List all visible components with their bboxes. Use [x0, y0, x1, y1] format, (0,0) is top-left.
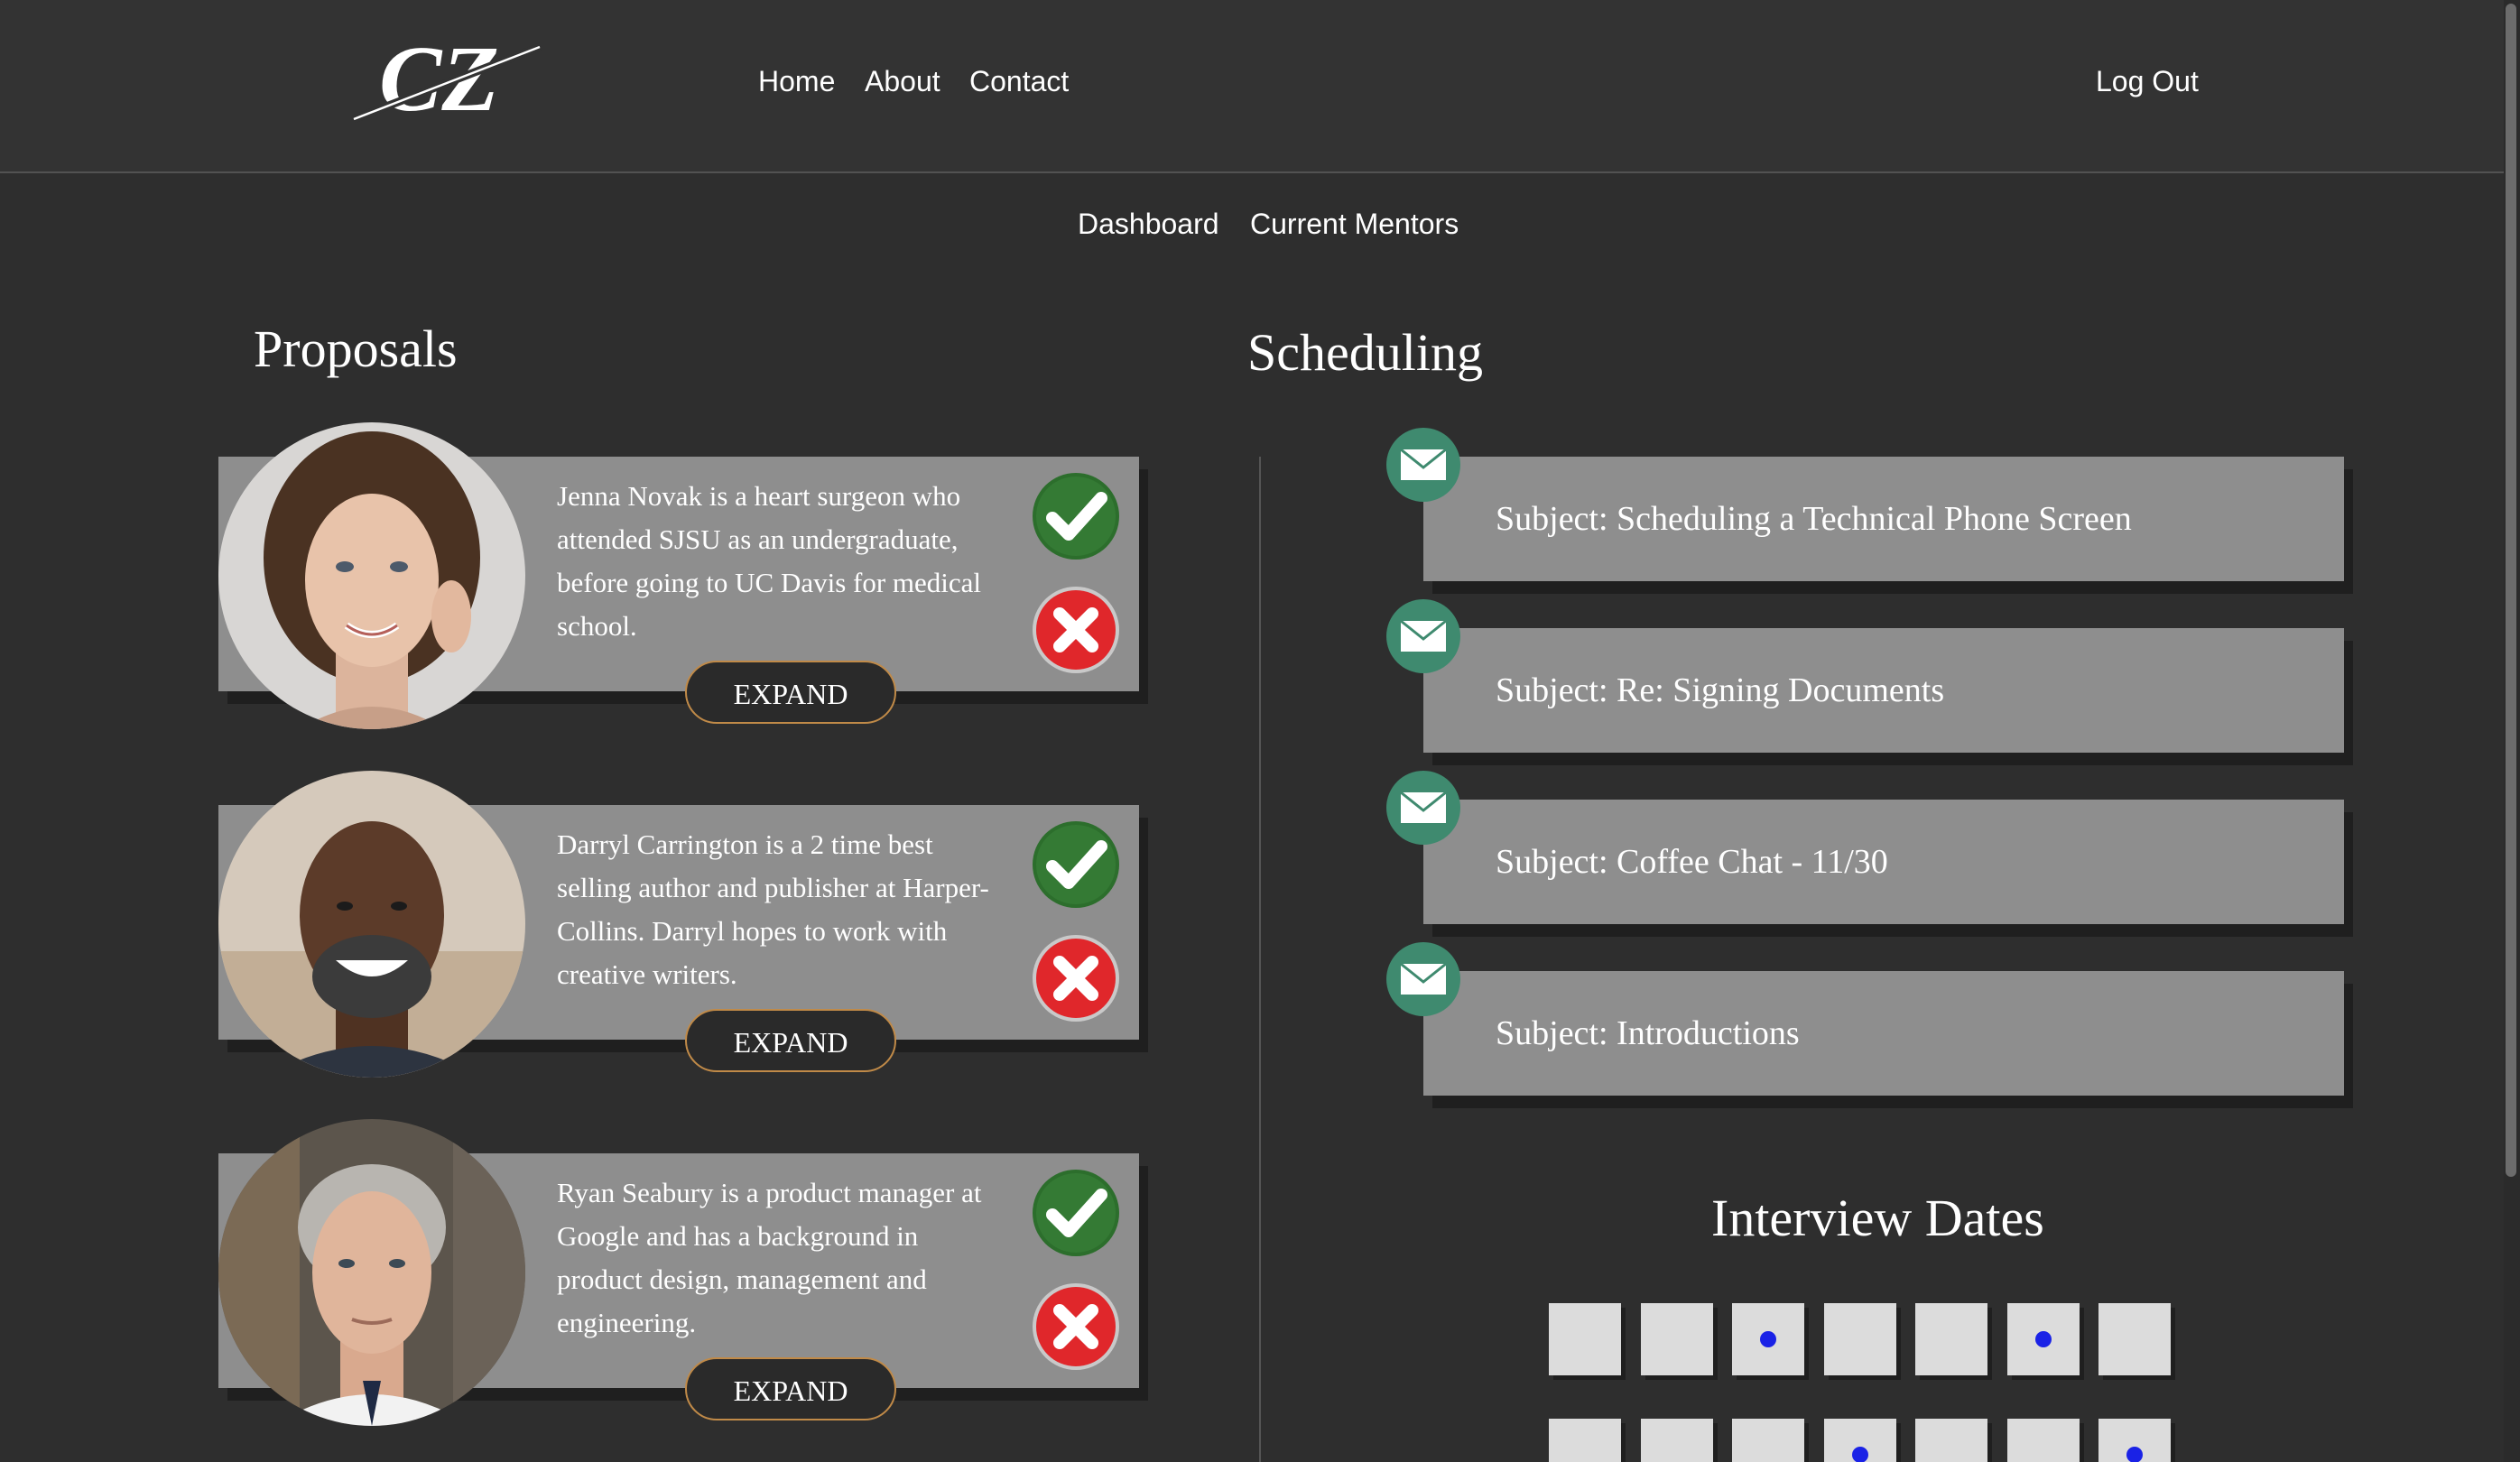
- interview-date-cell[interactable]: [1824, 1419, 1896, 1462]
- reject-x-icon[interactable]: [1031, 1282, 1121, 1372]
- scheduled-date-dot: [1852, 1447, 1868, 1462]
- mentor-bio: Jenna Novak is a heart surgeon who atten…: [557, 480, 982, 642]
- nav-contact-link[interactable]: Contact: [969, 63, 1069, 99]
- subnav-current-mentors-link[interactable]: Current Mentors: [1250, 206, 1459, 242]
- accept-check-icon[interactable]: [1031, 819, 1121, 910]
- mentor-avatar: [218, 422, 525, 729]
- proposals-heading: Proposals: [254, 319, 458, 378]
- scheduled-date-dot: [2035, 1331, 2052, 1347]
- envelope-icon: [1386, 599, 1460, 673]
- scheduled-date-dot: [1760, 1331, 1776, 1347]
- subnav-dashboard-link[interactable]: Dashboard: [1078, 206, 1219, 242]
- interview-date-cell[interactable]: [2007, 1303, 2080, 1375]
- mentor-avatar: [218, 1119, 525, 1426]
- interview-date-cell[interactable]: [1549, 1303, 1621, 1375]
- message-subject: Subject: Scheduling a Technical Phone Sc…: [1496, 500, 2132, 538]
- expand-button[interactable]: EXPAND: [685, 1009, 896, 1072]
- message-subject: Subject: Introductions: [1496, 1014, 1800, 1052]
- message-item[interactable]: Subject: Re: Signing Documents: [1423, 628, 2344, 753]
- top-navbar: CZ Home About Contact Log Out: [0, 0, 2504, 173]
- accept-check-icon[interactable]: [1031, 471, 1121, 561]
- accept-check-icon[interactable]: [1031, 1168, 1121, 1258]
- logo-text: CZ: [379, 31, 499, 130]
- expand-button[interactable]: EXPAND: [685, 661, 896, 724]
- expand-button[interactable]: EXPAND: [685, 1357, 896, 1420]
- cz-logo[interactable]: CZ: [352, 27, 542, 131]
- interview-dates-heading: Interview Dates: [1711, 1189, 2044, 1247]
- message-subject: Subject: Coffee Chat - 11/30: [1496, 843, 1888, 881]
- nav-about-link[interactable]: About: [865, 63, 940, 99]
- message-subject: Subject: Re: Signing Documents: [1496, 671, 1945, 709]
- scheduling-heading: Scheduling: [1247, 323, 1483, 382]
- reject-x-icon[interactable]: [1031, 933, 1121, 1023]
- message-item[interactable]: Subject: Introductions: [1423, 971, 2344, 1096]
- logout-link[interactable]: Log Out: [2096, 63, 2199, 99]
- mentor-avatar: [218, 771, 525, 1078]
- message-item[interactable]: Subject: Scheduling a Technical Phone Sc…: [1423, 457, 2344, 581]
- interview-date-cell[interactable]: [1915, 1419, 1987, 1462]
- interview-date-cell[interactable]: [1549, 1419, 1621, 1462]
- envelope-icon: [1386, 942, 1460, 1016]
- envelope-icon: [1386, 771, 1460, 845]
- interview-date-cell[interactable]: [1732, 1303, 1804, 1375]
- interview-date-cell[interactable]: [2007, 1419, 2080, 1462]
- interview-date-cell[interactable]: [1641, 1419, 1713, 1462]
- interview-date-cell[interactable]: [1915, 1303, 1987, 1375]
- interview-date-cell[interactable]: [1824, 1303, 1896, 1375]
- mentor-bio: Ryan Seabury is a product manager at Goo…: [557, 1177, 982, 1338]
- envelope-icon: [1386, 428, 1460, 502]
- interview-date-cell[interactable]: [2098, 1303, 2171, 1375]
- message-item[interactable]: Subject: Coffee Chat - 11/30: [1423, 800, 2344, 924]
- interview-date-cell[interactable]: [2098, 1419, 2171, 1462]
- page: CZ Home About Contact Log Out Dashboard …: [0, 0, 2520, 1462]
- mentor-bio: Darryl Carrington is a 2 time best selli…: [557, 828, 989, 990]
- nav-home-link[interactable]: Home: [758, 63, 835, 99]
- interview-date-cell[interactable]: [1732, 1419, 1804, 1462]
- column-divider: [1259, 457, 1261, 1462]
- scrollbar-thumb[interactable]: [2506, 4, 2516, 1177]
- scheduled-date-dot: [2126, 1447, 2143, 1462]
- interview-date-cell[interactable]: [1641, 1303, 1713, 1375]
- reject-x-icon[interactable]: [1031, 585, 1121, 675]
